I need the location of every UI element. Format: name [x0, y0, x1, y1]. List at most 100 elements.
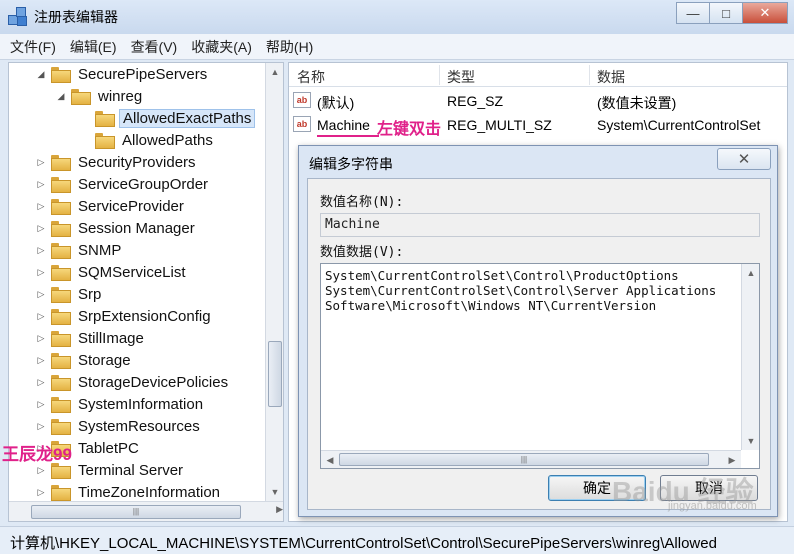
value-name: (默认) [317, 95, 355, 111]
value-data-label: 数值数据(V): [320, 245, 404, 260]
minimize-button[interactable]: — [676, 2, 710, 24]
tree-node[interactable]: ▷ ServiceGroupOrder [35, 173, 211, 195]
dialog-close-button[interactable]: ✕ [717, 148, 771, 170]
folder-icon [51, 419, 71, 435]
tree-node[interactable]: AllowedExactPaths [79, 107, 256, 129]
scroll-down-icon[interactable]: ▼ [266, 483, 283, 501]
tree-node-label: SystemInformation [78, 395, 204, 413]
tree-node-label: Session Manager [78, 219, 195, 237]
value-data: (数值未设置) [597, 95, 677, 111]
tree-node[interactable]: AllowedPaths [79, 129, 216, 151]
value-type: REG_MULTI_SZ [447, 117, 552, 133]
collapsed-arrow-icon[interactable]: ▷ [35, 464, 47, 476]
tree-node-label: Storage [78, 351, 131, 369]
author-watermark: 王辰龙99 [2, 445, 72, 464]
value-type: REG_SZ [447, 93, 504, 109]
scroll-thumb[interactable]: ||| [31, 505, 241, 519]
expanded-arrow-icon[interactable]: ◢ [55, 90, 67, 102]
tree-node-label: SecurityProviders [78, 153, 196, 171]
value-name-field: Machine [320, 213, 760, 237]
value-name: Machine [317, 117, 370, 133]
collapsed-arrow-icon[interactable]: ▷ [35, 156, 47, 168]
collapsed-arrow-icon[interactable]: ▷ [35, 310, 47, 322]
folder-icon [51, 309, 71, 325]
collapsed-arrow-icon[interactable]: ▷ [35, 354, 47, 366]
data-vertical-scrollbar[interactable]: ▲ ▼ [741, 264, 759, 450]
value-data-textarea[interactable]: System\CurrentControlSet\Control\Product… [320, 263, 760, 469]
scroll-up-icon[interactable]: ▲ [266, 63, 283, 81]
menu-help[interactable]: 帮助(H) [266, 37, 313, 57]
window-title: 注册表编辑器 [34, 9, 118, 25]
expanded-arrow-icon[interactable]: ◢ [35, 68, 47, 80]
tree-node-label: winreg [98, 87, 143, 105]
scroll-thumb[interactable]: ||| [339, 453, 709, 466]
tree-horizontal-scrollbar[interactable]: ||| ▶ [9, 501, 283, 521]
collapsed-arrow-icon[interactable]: ▷ [35, 486, 47, 498]
value-row[interactable]: ab (默认) REG_SZ (数值未设置) [289, 89, 787, 113]
tree-node[interactable]: ▷ SystemInformation [35, 393, 206, 415]
tree-node-label: ServiceProvider [78, 197, 184, 215]
tree-node-label: Terminal Server [78, 461, 184, 479]
scroll-thumb[interactable] [268, 341, 282, 407]
tree-node[interactable]: ▷ Session Manager [35, 217, 198, 239]
collapsed-arrow-icon[interactable]: ▷ [35, 200, 47, 212]
data-horizontal-scrollbar[interactable]: ◀ ||| ▶ [321, 450, 741, 468]
menu-favorites[interactable]: 收藏夹(A) [191, 37, 252, 57]
maximize-button[interactable]: □ [709, 2, 743, 24]
value-row[interactable]: ab Machine 左键双击 REG_MULTI_SZ System\Curr… [289, 113, 787, 138]
dialog-body: 数值名称(N): Machine 数值数据(V): System\Current… [307, 178, 771, 510]
tree-node-label: AllowedPaths [122, 131, 213, 149]
folder-icon [51, 221, 71, 237]
menu-edit[interactable]: 编辑(E) [70, 37, 117, 57]
tree-node[interactable]: ▷ Srp [35, 283, 104, 305]
collapsed-arrow-icon[interactable]: ▷ [35, 420, 47, 432]
scroll-left-icon[interactable]: ◀ [321, 451, 339, 469]
tree-vertical-scrollbar[interactable]: ▲ ▼ [265, 63, 283, 501]
tree-node[interactable]: ▷ SQMServiceList [35, 261, 189, 283]
close-button[interactable]: ✕ [742, 2, 788, 24]
scroll-right-icon[interactable]: ▶ [723, 451, 741, 469]
folder-icon [51, 265, 71, 281]
folder-icon [51, 397, 71, 413]
menu-view[interactable]: 查看(V) [131, 37, 178, 57]
tree-node[interactable]: ▷ SrpExtensionConfig [35, 305, 214, 327]
string-value-icon: ab [293, 92, 311, 108]
regedit-icon [8, 7, 28, 27]
collapsed-arrow-icon[interactable]: ▷ [35, 332, 47, 344]
status-bar-path: 计算机\HKEY_LOCAL_MACHINE\SYSTEM\CurrentCon… [0, 526, 794, 554]
folder-icon [51, 155, 71, 171]
collapsed-arrow-icon[interactable]: ▷ [35, 178, 47, 190]
collapsed-arrow-icon[interactable]: ▷ [35, 266, 47, 278]
column-data[interactable]: 数据 [597, 67, 625, 87]
string-value-icon: ab [293, 116, 311, 132]
menu-file[interactable]: 文件(F) [10, 37, 56, 57]
tree-node-label: TabletPC [78, 439, 139, 457]
tree-node[interactable]: ▷ TimeZoneInformation [35, 481, 223, 503]
tree-node[interactable]: ▷ ServiceProvider [35, 195, 187, 217]
tree-node-label: ServiceGroupOrder [78, 175, 209, 193]
no-arrow [79, 134, 91, 146]
collapsed-arrow-icon[interactable]: ▷ [35, 398, 47, 410]
tree-node[interactable]: ▷ SecurityProviders [35, 151, 199, 173]
tree-node[interactable]: ◢ winreg [55, 85, 145, 107]
collapsed-arrow-icon[interactable]: ▷ [35, 244, 47, 256]
tree-node[interactable]: ▷ StillImage [35, 327, 147, 349]
collapsed-arrow-icon[interactable]: ▷ [35, 222, 47, 234]
tree-node[interactable]: ▷ SystemResources [35, 415, 203, 437]
baidu-watermark-url: jingyan.baidu.com [668, 500, 757, 512]
folder-icon [51, 243, 71, 259]
tree-node[interactable]: ▷ StorageDevicePolicies [35, 371, 231, 393]
tree-node[interactable]: ◢ SecurePipeServers [35, 63, 210, 85]
folder-icon [51, 287, 71, 303]
column-name[interactable]: 名称 [297, 67, 325, 87]
scroll-up-icon[interactable]: ▲ [742, 264, 760, 282]
column-type[interactable]: 类型 [447, 67, 475, 87]
tree-node[interactable]: ▷ SNMP [35, 239, 124, 261]
scroll-right-icon[interactable]: ▶ [276, 504, 283, 515]
collapsed-arrow-icon[interactable]: ▷ [35, 288, 47, 300]
collapsed-arrow-icon[interactable]: ▷ [35, 376, 47, 388]
tree-node[interactable]: ▷ Storage [35, 349, 134, 371]
scroll-down-icon[interactable]: ▼ [742, 432, 760, 450]
folder-icon [51, 67, 71, 83]
tree-node-label: SrpExtensionConfig [78, 307, 211, 325]
